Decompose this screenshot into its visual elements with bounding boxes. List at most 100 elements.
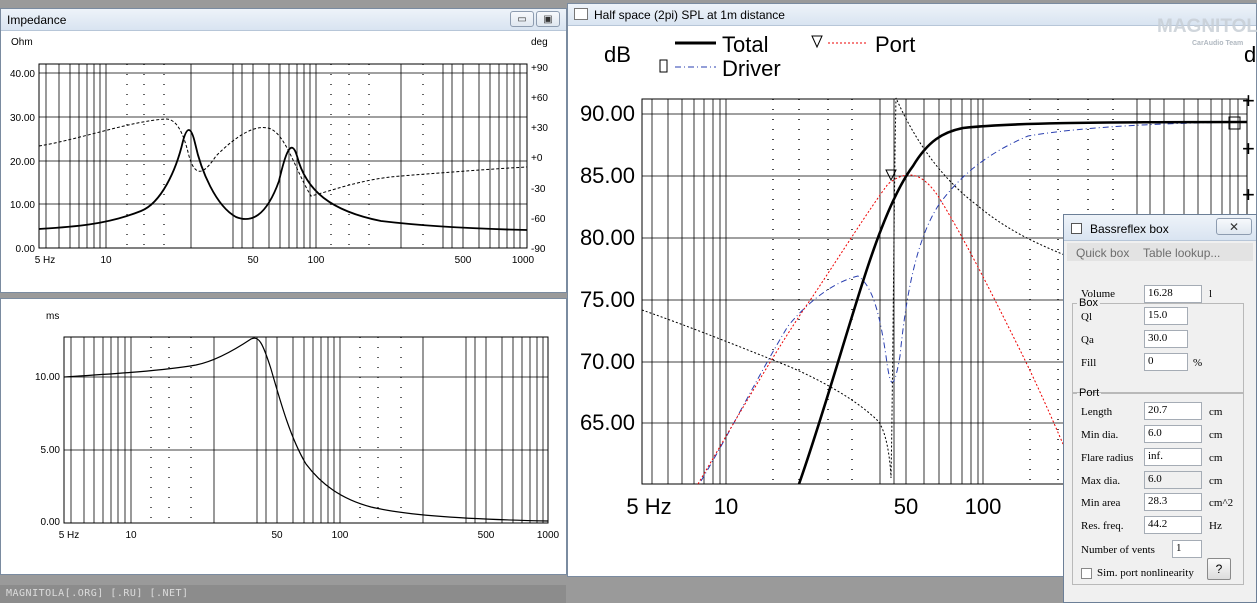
vents-input[interactable]: 1	[1172, 540, 1202, 558]
sim-port-nonlinearity-checkbox[interactable]	[1081, 568, 1092, 579]
ohm-tick: 20.00	[10, 157, 35, 168]
dialog-titlebar[interactable]: Bassreflex box ✕	[1064, 215, 1256, 241]
ohm-axis-label: Ohm	[11, 37, 33, 48]
x-tick: 100	[965, 494, 1002, 519]
total-legend-label: Total	[722, 32, 768, 57]
ms-tick: 5.00	[41, 445, 61, 456]
driver-legend-marker	[659, 59, 668, 73]
watermark-logo: MAGNITOLA	[1157, 16, 1257, 37]
deg-tick: +0	[531, 153, 543, 164]
length-label: Length	[1081, 406, 1113, 418]
x-tick: 1000	[512, 255, 535, 266]
minimize-button[interactable]: ▭	[510, 11, 534, 27]
db-tick: 80.00	[580, 225, 635, 250]
db-tick-labels: 65.00 70.00 75.00 80.00 85.00 90.00	[580, 101, 635, 435]
x-tick: 500	[455, 255, 472, 266]
axis-fragment: +	[1242, 136, 1255, 161]
impedance-phase-curve	[38, 118, 528, 197]
ql-input[interactable]: 15.0	[1144, 307, 1188, 325]
group-delay-window: ms 0.00 5.00 10.00 5 Hz 10 50 100 500 10…	[0, 298, 567, 575]
x-tick: 100	[332, 530, 349, 541]
deg-tick: +30	[531, 123, 548, 134]
group-delay-grid	[63, 336, 549, 524]
ms-tick: 0.00	[41, 517, 61, 528]
x-tick: 50	[894, 494, 918, 519]
group-delay-chart: ms 0.00 5.00 10.00 5 Hz 10 50 100 500 10…	[35, 311, 560, 541]
menu-quick-box[interactable]: Quick box	[1076, 246, 1129, 260]
port-group-legend: Port	[1079, 387, 1100, 399]
deg-tick: -60	[531, 214, 546, 225]
axis-fragment: d	[1244, 42, 1256, 67]
dialog-close-button[interactable]: ✕	[1216, 218, 1252, 235]
right-axis-fragments: d + + +	[1242, 42, 1256, 207]
bassreflex-dialog: Bassreflex box ✕ Quick box Table lookup.…	[1063, 214, 1257, 603]
volume-unit: l	[1209, 288, 1213, 300]
db-axis-label: dB	[604, 42, 631, 67]
vents-label: Number of vents	[1081, 544, 1155, 556]
deg-axis-label: deg	[531, 37, 548, 48]
impedance-x-tick-labels: 5 Hz 10 50 100 500 1000	[35, 255, 535, 266]
ohm-tick-labels: 0.00 10.00 20.00 30.00 40.00	[10, 69, 35, 255]
impedance-title: Impedance	[7, 13, 67, 27]
spl-titlebar[interactable]: Half space (2pi) SPL at 1m distance	[568, 4, 1256, 26]
res-freq-unit: Hz	[1209, 520, 1222, 532]
impedance-magnitude-curve	[38, 129, 528, 231]
ohm-tick: 0.00	[16, 244, 36, 255]
min-dia-label: Min dia.	[1081, 429, 1119, 441]
qa-input[interactable]: 30.0	[1144, 330, 1188, 348]
length-unit: cm	[1209, 406, 1223, 418]
fill-input[interactable]: 0	[1144, 353, 1188, 371]
dialog-menu: Quick box Table lookup...	[1067, 243, 1253, 261]
impedance-window: Impedance ▭ ▣ Ohm deg 0.00 10.00 20.00 3…	[0, 8, 567, 293]
min-dia-input[interactable]: 6.0	[1144, 425, 1202, 443]
impedance-titlebar[interactable]: Impedance ▭ ▣	[1, 9, 566, 31]
fill-unit: %	[1193, 357, 1203, 369]
ms-axis-label: ms	[46, 311, 59, 322]
port-legend-marker	[811, 35, 823, 49]
x-tick: 500	[478, 530, 495, 541]
status-text: MAGNITOLA[.ORG] [.RU] [.NET]	[6, 588, 189, 599]
maximize-button[interactable]: ▣	[536, 11, 560, 27]
x-tick: 100	[308, 255, 325, 266]
flare-radius-input[interactable]: inf.	[1144, 448, 1202, 466]
help-button[interactable]: ?	[1207, 558, 1231, 580]
min-area-label: Min area	[1081, 497, 1121, 509]
port-legend-label: Port	[875, 32, 915, 57]
db-tick: 65.00	[580, 410, 635, 435]
status-bar: MAGNITOLA[.ORG] [.RU] [.NET]	[0, 585, 566, 603]
x-tick: 10	[100, 255, 112, 266]
min-dia-unit: cm	[1209, 429, 1223, 441]
fill-label: Fill	[1081, 357, 1097, 369]
min-area-input[interactable]: 28.3	[1144, 493, 1202, 511]
axis-fragment: +	[1242, 182, 1255, 207]
ohm-tick: 40.00	[10, 69, 35, 80]
extra-dashed-curve	[641, 97, 1068, 479]
ms-tick-labels: 0.00 5.00 10.00	[35, 372, 60, 528]
length-input[interactable]: 20.7	[1144, 402, 1202, 420]
x-tick: 10	[125, 530, 137, 541]
max-dia-field: 6.0	[1144, 471, 1202, 489]
x-tick: 5 Hz	[626, 494, 671, 519]
min-area-unit: cm^2	[1209, 497, 1234, 509]
volume-input[interactable]: 16.28	[1144, 285, 1202, 303]
x-tick: 10	[714, 494, 738, 519]
deg-tick: +60	[531, 93, 548, 104]
ql-label: Ql	[1081, 311, 1092, 323]
app-icon	[574, 8, 588, 20]
watermark-team: CarAudio Team	[1192, 40, 1244, 47]
db-tick: 75.00	[580, 287, 635, 312]
impedance-chart: Ohm deg 0.00 10.00 20.00 30.00 40.00 -90…	[10, 37, 548, 266]
menu-table-lookup[interactable]: Table lookup...	[1143, 246, 1220, 260]
x-tick: 5 Hz	[59, 530, 80, 541]
dialog-icon	[1071, 223, 1082, 234]
deg-tick: -90	[531, 244, 546, 255]
res-freq-input[interactable]: 44.2	[1144, 516, 1202, 534]
x-tick: 1000	[537, 530, 560, 541]
axis-fragment: +	[1242, 88, 1255, 113]
db-tick: 70.00	[580, 349, 635, 374]
db-tick: 85.00	[580, 163, 635, 188]
ohm-tick: 30.00	[10, 113, 35, 124]
port-curve	[697, 174, 1064, 485]
deg-tick: -30	[531, 184, 546, 195]
group-delay-x-tick-labels: 5 Hz 10 50 100 500 1000	[59, 530, 560, 541]
